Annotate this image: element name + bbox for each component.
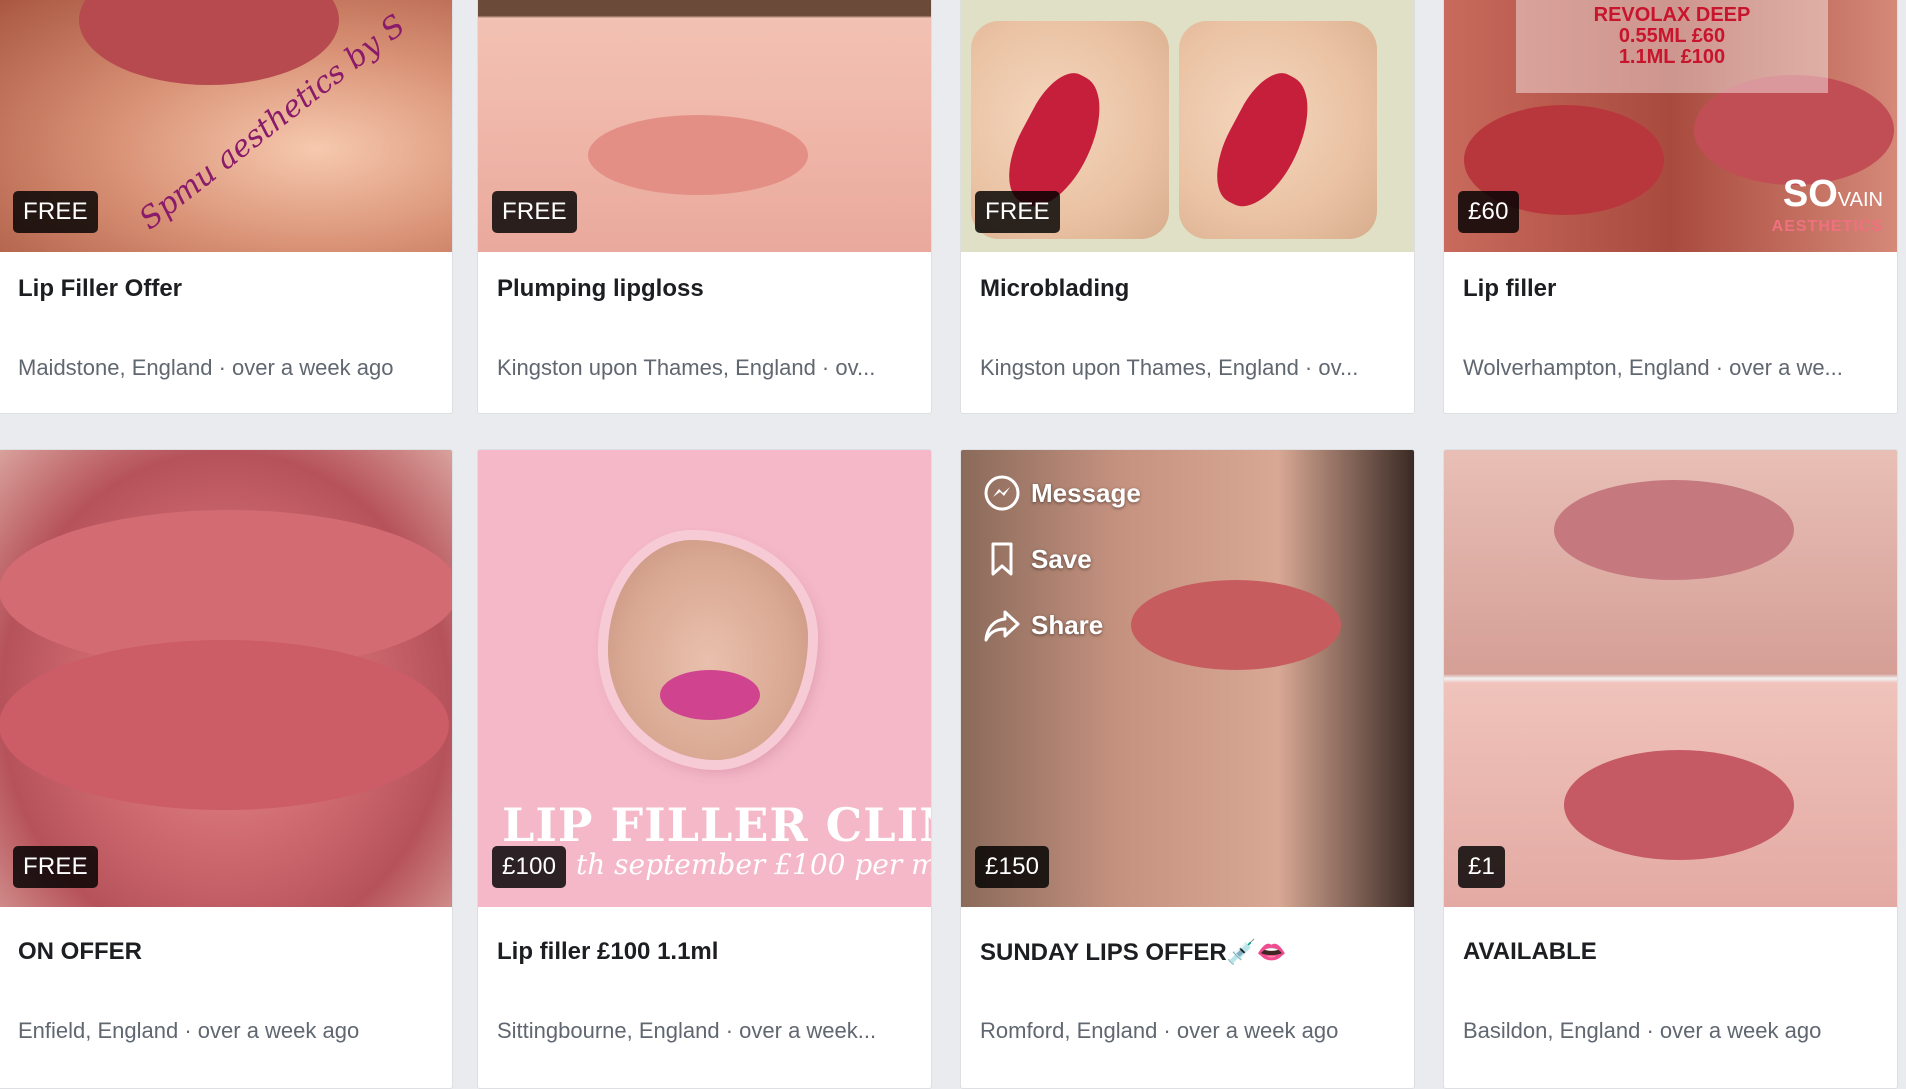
listing-title[interactable]: Lip filler £100 1.1ml (497, 938, 917, 966)
price-badge: £1 (1458, 846, 1506, 888)
listing-title[interactable]: Plumping lipgloss (497, 275, 917, 303)
listing-meta: Wolverhampton, England · over a we... (1463, 355, 1843, 380)
listing-card[interactable]: FREE ON OFFER Enfield, England · over a … (0, 449, 453, 1089)
listing-meta: Romford, England · over a week ago (980, 1018, 1339, 1043)
face-graphic (608, 540, 808, 760)
listing-photo[interactable]: REVOLAX DEEP 0.55ML £60 1.1ML £100 SOVAI… (1444, 0, 1897, 252)
brand-logo-vain: VAIN (1837, 189, 1883, 211)
after-panel (1179, 21, 1377, 239)
image-subheading: th september £100 per ml (576, 848, 931, 881)
lip-graphic (0, 640, 449, 810)
promo-line: 1.1ML £100 (1618, 46, 1726, 68)
listing-title[interactable]: AVAILABLE (1463, 938, 1883, 966)
listing-meta: Basildon, England · over a week ago (1463, 1018, 1822, 1043)
listing-card[interactable]: LIP FILLER CLINIC th september £100 per … (477, 449, 932, 1089)
bookmark-icon (991, 542, 1013, 576)
price-badge: £60 (1458, 191, 1519, 233)
hover-action-menu: Message Save Share (983, 460, 1141, 658)
price-badge: £150 (975, 846, 1050, 888)
message-label: Message (1031, 477, 1141, 508)
share-button[interactable]: Share (983, 592, 1141, 658)
price-badge: FREE (13, 846, 98, 888)
listing-meta: Kingston upon Thames, England · ov... (980, 355, 1359, 380)
listing-card[interactable]: FREE Microblading Kingston upon Thames, … (960, 0, 1415, 414)
promo-line: REVOLAX DEEP (1593, 4, 1751, 26)
listing-photo[interactable]: FREE (0, 450, 452, 907)
price-badge: FREE (13, 191, 98, 233)
listing-photo[interactable]: FREE (961, 0, 1414, 252)
lip-graphic (660, 670, 760, 720)
listing-photo[interactable]: £1 (1444, 450, 1897, 907)
price-badge: FREE (975, 191, 1060, 233)
save-label: Save (1031, 543, 1092, 574)
brand-logo-so: SO (1782, 173, 1838, 215)
brand-logo: SOVAIN AESTHETICS (1772, 175, 1883, 235)
listing-photo[interactable]: LIP FILLER CLINIC th september £100 per … (478, 450, 931, 907)
listing-meta: Maidstone, England · over a week ago (18, 355, 394, 380)
lip-graphic (1200, 62, 1328, 220)
listing-meta: Sittingbourne, England · over a week... (497, 1018, 877, 1043)
listing-meta: Enfield, England · over a week ago (18, 1018, 360, 1043)
lip-graphic (1131, 580, 1341, 670)
share-label: Share (1031, 609, 1104, 640)
listing-title-text: SUNDAY LIPS OFFER (980, 939, 1227, 966)
price-badge: FREE (492, 191, 577, 233)
listing-title[interactable]: Microblading (980, 275, 1400, 303)
image-heading: LIP FILLER CLINIC (502, 798, 931, 852)
listing-photo[interactable]: Message Save Share £150 (961, 450, 1414, 907)
save-button[interactable]: Save (983, 526, 1141, 592)
listing-meta: Kingston upon Thames, England · ov... (497, 355, 876, 380)
lip-graphic (1554, 480, 1794, 580)
listing-card[interactable]: Message Save Share £150 SUNDAY LIPS OFFE… (960, 449, 1415, 1089)
lip-graphic (79, 0, 339, 85)
listing-photo[interactable]: FREE (478, 0, 931, 252)
listing-card[interactable]: FREE Plumping lipgloss Kingston upon Tha… (477, 0, 932, 414)
listing-title[interactable]: SUNDAY LIPS OFFER💉👄 (980, 938, 1400, 967)
lip-graphic (1564, 750, 1794, 860)
message-button[interactable]: Message (983, 460, 1141, 526)
share-icon (984, 610, 1020, 642)
listing-card[interactable]: Spmu aesthetics by S FREE Lip Filler Off… (0, 0, 453, 414)
listing-card[interactable]: REVOLAX DEEP 0.55ML £60 1.1ML £100 SOVAI… (1443, 0, 1898, 414)
listing-title[interactable]: Lip filler (1463, 275, 1883, 303)
brand-logo-sub: AESTHETICS (1771, 218, 1883, 235)
syringe-lips-emoji: 💉👄 (1226, 939, 1287, 966)
promo-line: 0.55ML £60 (1618, 25, 1726, 47)
listing-photo[interactable]: Spmu aesthetics by S FREE (0, 0, 452, 252)
listing-card[interactable]: £1 AVAILABLE Basildon, England · over a … (1443, 449, 1898, 1089)
marketplace-grid: Spmu aesthetics by S FREE Lip Filler Off… (0, 0, 1906, 1089)
listing-title[interactable]: ON OFFER (18, 938, 438, 966)
promo-overlay: REVOLAX DEEP 0.55ML £60 1.1ML £100 (1516, 0, 1828, 93)
messenger-icon (984, 475, 1020, 511)
lip-graphic (588, 115, 808, 195)
listing-title[interactable]: Lip Filler Offer (18, 275, 438, 303)
price-badge: £100 (492, 846, 567, 888)
